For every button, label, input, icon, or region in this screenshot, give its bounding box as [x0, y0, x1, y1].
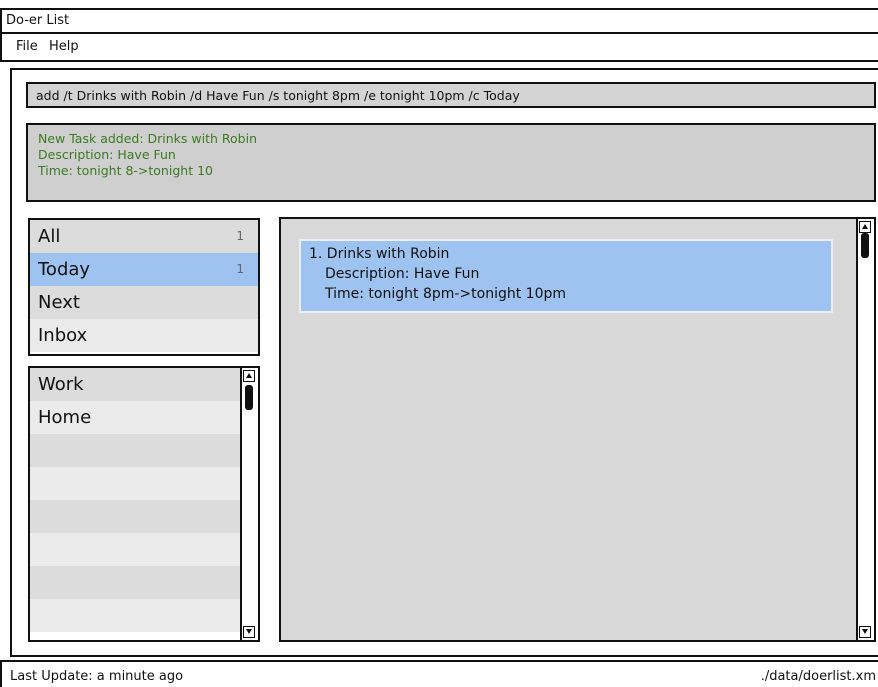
task-list-scrollbar[interactable]: [856, 219, 874, 640]
scroll-thumb[interactable]: [245, 385, 253, 410]
command-input[interactable]: add /t Drinks with Robin /d Have Fun /s …: [26, 82, 876, 108]
tag-item-work[interactable]: Work: [30, 368, 240, 401]
category-item-next[interactable]: Next: [30, 286, 258, 319]
tag-label: Work: [38, 374, 84, 395]
task-description: Description: Have Fun: [325, 266, 480, 282]
scroll-up-icon[interactable]: [859, 221, 871, 233]
tag-list-scrollbar[interactable]: [240, 368, 258, 640]
category-label: Today: [38, 259, 91, 280]
feedback-line-2: Description: Have Fun: [38, 147, 176, 162]
status-bar: Last Update: a minute ago ./data/doerlis…: [0, 660, 878, 687]
scroll-thumb[interactable]: [861, 233, 869, 258]
tag-item-empty: [30, 533, 240, 566]
scroll-up-icon[interactable]: [243, 370, 255, 382]
task-item[interactable]: 1. Drinks with Robin Description: Have F…: [299, 239, 833, 313]
category-item-today[interactable]: Today 1: [30, 253, 258, 286]
category-count: 1: [236, 229, 244, 243]
window-title: Do-er List: [6, 13, 70, 28]
task-time: Time: tonight 8pm->tonight 10pm: [325, 286, 567, 302]
tag-item-empty: [30, 566, 240, 599]
menu-bar: File Help: [0, 34, 878, 62]
category-label: Inbox: [38, 325, 88, 346]
tag-list: Work Home: [28, 366, 260, 642]
scroll-down-icon[interactable]: [243, 626, 255, 638]
category-item-inbox[interactable]: Inbox: [30, 319, 258, 352]
tag-item-empty: [30, 500, 240, 533]
menu-help[interactable]: Help: [49, 39, 79, 54]
scroll-down-icon[interactable]: [859, 626, 871, 638]
tag-item-home[interactable]: Home: [30, 401, 240, 434]
category-label: All: [38, 226, 61, 247]
last-update-text: Last Update: a minute ago: [10, 669, 184, 684]
feedback-line-1: New Task added: Drinks with Robin: [38, 131, 258, 146]
file-path-text: ./data/doerlist.xm: [760, 669, 876, 684]
task-list-panel: 1. Drinks with Robin Description: Have F…: [279, 217, 876, 642]
category-label: Next: [38, 292, 80, 313]
tag-item-empty: [30, 599, 240, 632]
category-item-all[interactable]: All 1: [30, 220, 258, 253]
window-titlebar: Do-er List: [0, 8, 878, 34]
task-title: 1. Drinks with Robin: [309, 246, 450, 262]
category-count: 1: [236, 262, 244, 276]
category-list: All 1 Today 1 Next Inbox: [28, 218, 260, 356]
command-text: add /t Drinks with Robin /d Have Fun /s …: [36, 88, 520, 103]
menu-file[interactable]: File: [16, 39, 38, 54]
tag-label: Home: [38, 407, 92, 428]
feedback-panel: New Task added: Drinks with Robin Descri…: [26, 123, 876, 202]
tag-item-empty: [30, 434, 240, 467]
feedback-line-3: Time: tonight 8->tonight 10: [38, 163, 213, 178]
tag-item-empty: [30, 467, 240, 500]
